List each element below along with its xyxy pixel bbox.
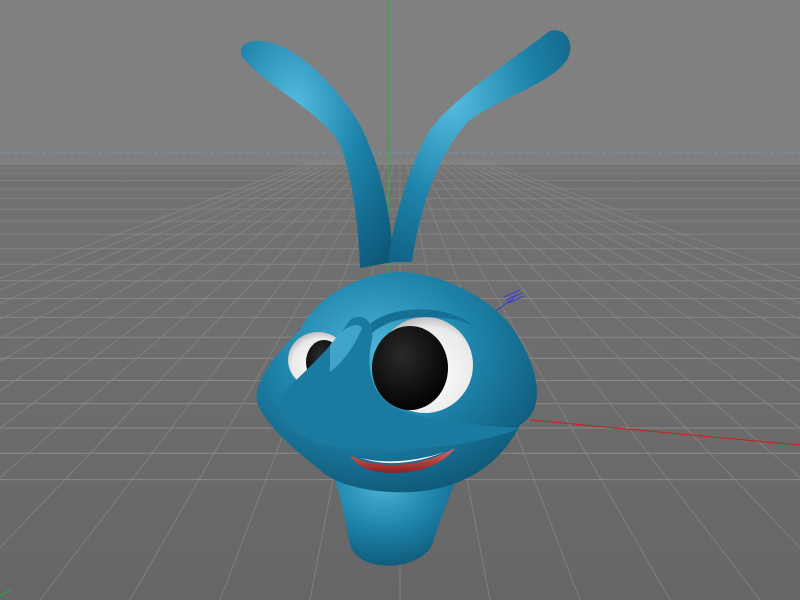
- viewport-canvas[interactable]: [0, 0, 800, 600]
- 3d-viewport[interactable]: [0, 0, 800, 600]
- right-eye-pupil: [372, 326, 448, 410]
